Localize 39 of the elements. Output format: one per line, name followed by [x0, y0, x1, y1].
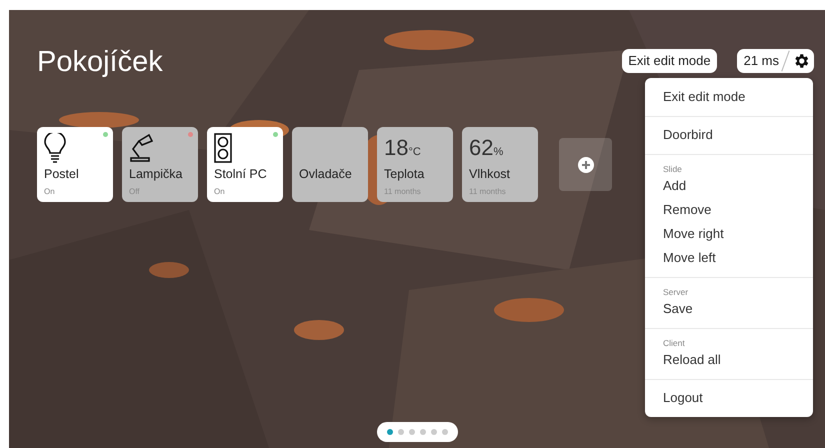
- device-tile[interactable]: Postel On: [37, 127, 113, 202]
- tile-name: Postel: [44, 167, 80, 181]
- tile-state: On: [44, 187, 56, 196]
- tile-name: Vlhkost: [469, 167, 511, 181]
- page-dot[interactable]: [420, 429, 426, 435]
- menu-item[interactable]: Move right: [663, 225, 813, 243]
- page-dot[interactable]: [408, 429, 414, 435]
- sensor-value: 18°C: [384, 135, 421, 161]
- page-dot[interactable]: [442, 429, 448, 435]
- menu-item[interactable]: Move left: [663, 249, 813, 267]
- exit-edit-mode-button[interactable]: Exit edit mode: [622, 48, 717, 72]
- menu-item[interactable]: Exit edit mode: [663, 88, 813, 106]
- tile-name: Ovladače: [299, 167, 353, 181]
- menu-item[interactable]: Logout: [663, 389, 813, 407]
- light-bulb-icon: [44, 133, 66, 163]
- page-dot[interactable]: [398, 429, 404, 435]
- device-tile[interactable]: Stolní PC On: [207, 127, 283, 202]
- add-tile-button[interactable]: [559, 138, 612, 191]
- power-socket-icon: [214, 133, 232, 163]
- menu-item[interactable]: Save: [663, 300, 813, 318]
- group-tile[interactable]: Ovladače: [292, 127, 368, 202]
- menu-section-header: Slide: [663, 164, 683, 174]
- tile-name: Stolní PC: [214, 167, 268, 181]
- menu-item[interactable]: Reload all: [663, 351, 813, 369]
- page-dot[interactable]: [430, 429, 436, 435]
- page-title: Pokojíček: [37, 46, 163, 79]
- desk-lamp-icon: [129, 133, 153, 163]
- menu-section-header: Server: [663, 287, 690, 297]
- latency-text: 21 ms: [744, 53, 779, 68]
- menu-item[interactable]: Doorbird: [663, 126, 813, 144]
- menu-section-header: Client: [663, 338, 686, 348]
- page-dot[interactable]: [386, 429, 392, 435]
- plus-icon: [578, 156, 594, 172]
- tile-name: Lampička: [129, 167, 184, 181]
- tile-name: Teplota: [384, 167, 426, 181]
- menu-item[interactable]: Add: [663, 177, 813, 195]
- sensor-value: 62%: [469, 135, 504, 161]
- tile-state: On: [214, 187, 226, 196]
- menu-item[interactable]: Remove: [663, 201, 813, 219]
